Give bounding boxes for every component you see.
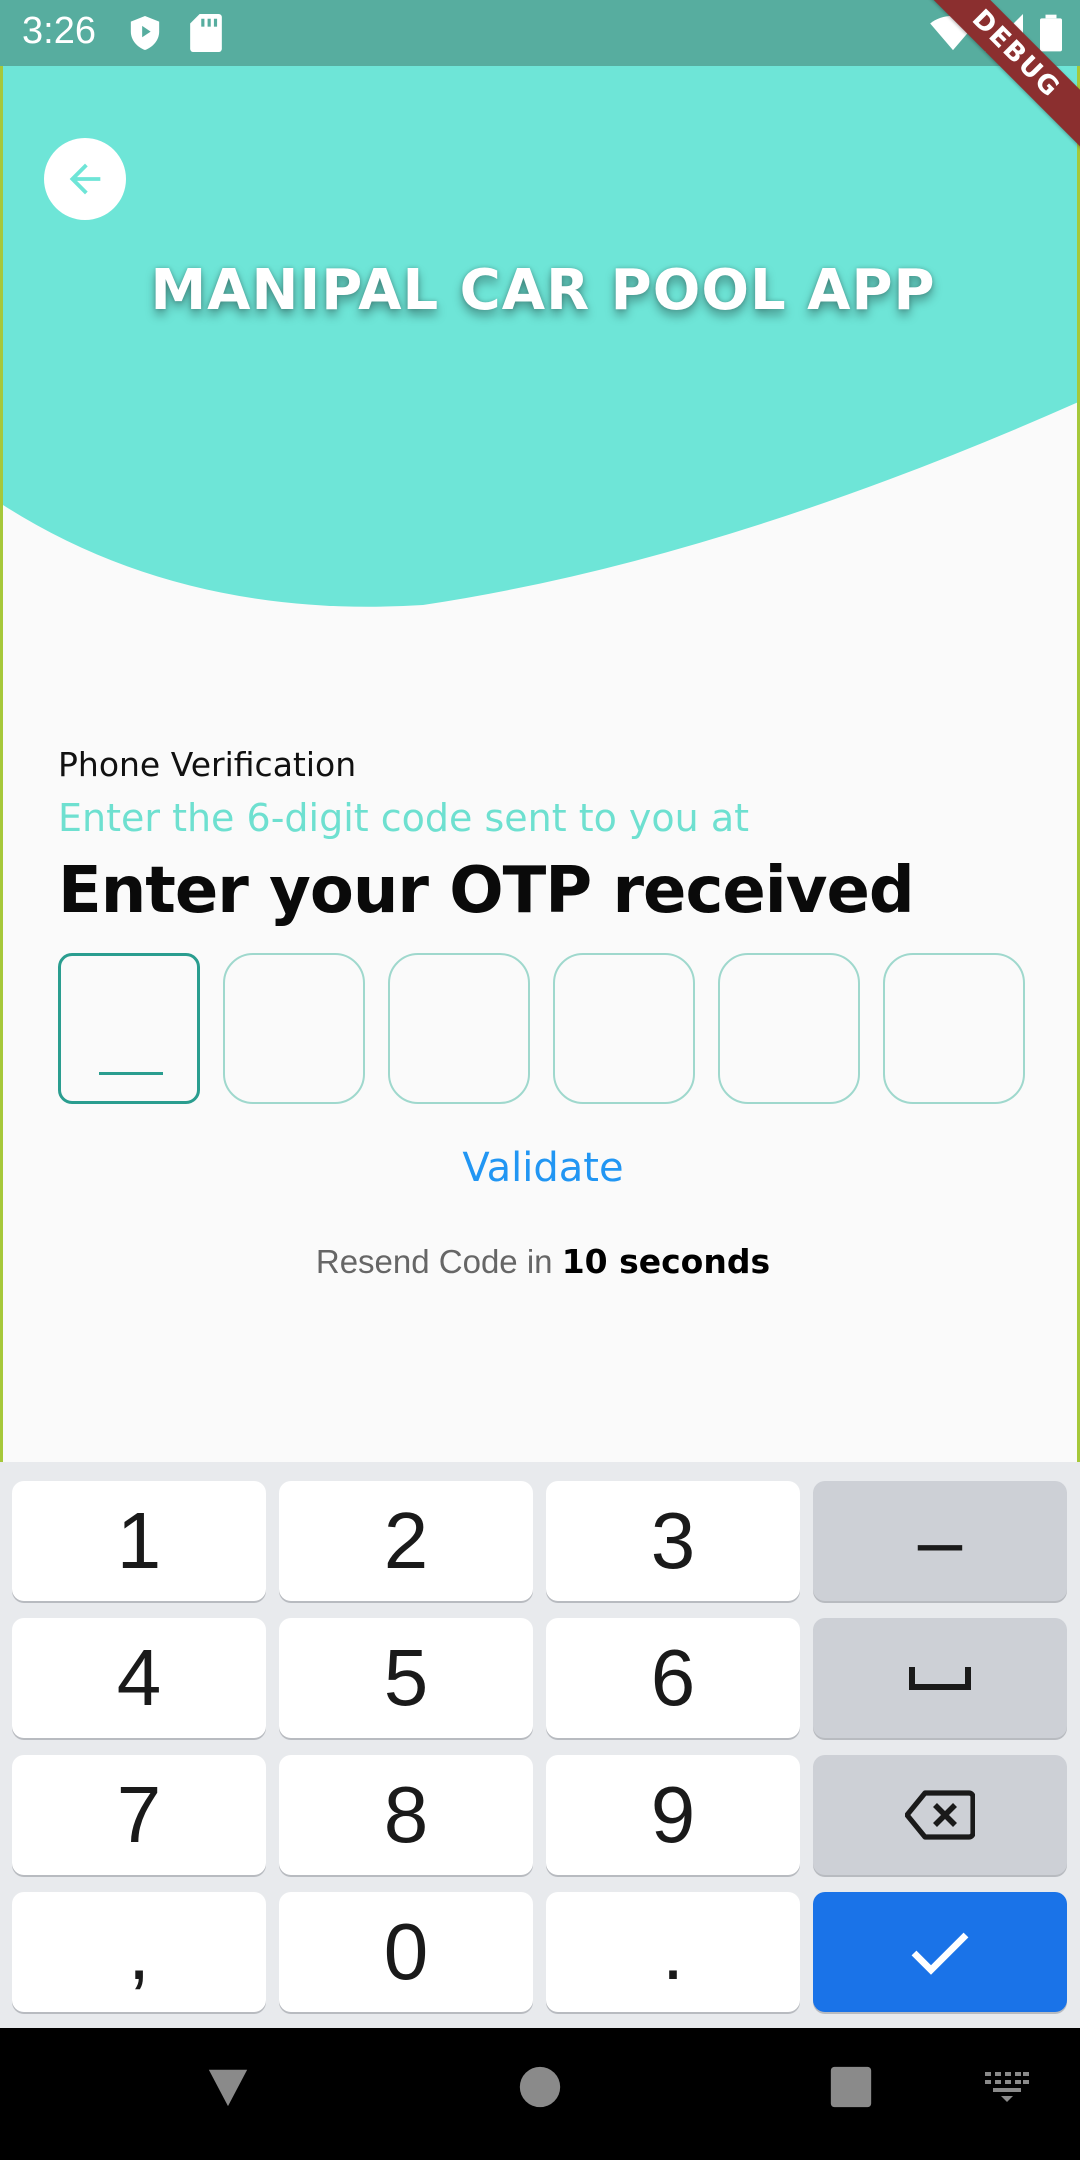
code-sent-subtitle: Enter the 6-digit code sent to you at: [58, 796, 750, 840]
otp-digit-4[interactable]: [553, 953, 695, 1104]
system-nav-bar: [0, 2028, 1080, 2160]
sd-card-icon: [190, 14, 222, 52]
shield-icon: [130, 16, 160, 50]
key-backspace[interactable]: [813, 1755, 1067, 1875]
numeric-keyboard: 1 2 3 – 4 5 6 7 8 9 , 0 .: [0, 1462, 1080, 2028]
checkmark-icon: [911, 1932, 969, 1975]
app-screen: MANIPAL CAR POOL APP Phone Verification …: [0, 0, 1080, 1462]
key-9[interactable]: 9: [546, 1755, 800, 1875]
space-icon: [909, 1667, 971, 1690]
nav-back-icon[interactable]: [205, 2064, 251, 2110]
otp-digit-5[interactable]: [718, 953, 860, 1104]
key-8[interactable]: 8: [279, 1755, 533, 1875]
otp-digit-6[interactable]: [883, 953, 1025, 1104]
phone-verification-label: Phone Verification: [58, 745, 357, 784]
backspace-icon: [905, 1790, 975, 1840]
nav-home-icon[interactable]: [518, 2064, 562, 2110]
app-title: MANIPAL CAR POOL APP: [150, 258, 936, 323]
key-space[interactable]: [813, 1618, 1067, 1738]
text-cursor: [99, 1072, 163, 1075]
battery-icon: [1040, 14, 1062, 52]
otp-digit-1[interactable]: [58, 953, 200, 1104]
resend-prefix: Resend Code in: [315, 1243, 562, 1280]
otp-heading: Enter your OTP received: [58, 854, 915, 928]
key-period[interactable]: .: [546, 1892, 800, 2012]
arrow-left-icon: [69, 163, 101, 195]
resend-countdown: 10 seconds: [561, 1242, 771, 1281]
key-4[interactable]: 4: [12, 1618, 266, 1738]
nav-recents-icon[interactable]: [829, 2064, 873, 2110]
keyboard-switch-icon[interactable]: [985, 2072, 1029, 2102]
key-6[interactable]: 6: [546, 1618, 800, 1738]
resend-code-text: Resend Code in 10 seconds: [3, 1242, 1077, 1281]
validate-button[interactable]: Validate: [3, 1145, 1077, 1191]
key-2[interactable]: 2: [279, 1481, 533, 1601]
key-7[interactable]: 7: [12, 1755, 266, 1875]
back-button[interactable]: [44, 138, 126, 220]
key-comma[interactable]: ,: [12, 1892, 266, 2012]
otp-digit-3[interactable]: [388, 953, 530, 1104]
key-3[interactable]: 3: [546, 1481, 800, 1601]
otp-input-row: [58, 953, 1025, 1104]
key-5[interactable]: 5: [279, 1618, 533, 1738]
otp-digit-2[interactable]: [223, 953, 365, 1104]
verification-section: Phone Verification Enter the 6-digit cod…: [58, 745, 1028, 928]
key-0[interactable]: 0: [279, 1892, 533, 2012]
status-time: 3:26: [22, 10, 96, 52]
key-done[interactable]: [813, 1892, 1067, 2012]
key-dash[interactable]: –: [813, 1481, 1067, 1601]
key-1[interactable]: 1: [12, 1481, 266, 1601]
status-bar: 3:26: [0, 0, 1080, 66]
